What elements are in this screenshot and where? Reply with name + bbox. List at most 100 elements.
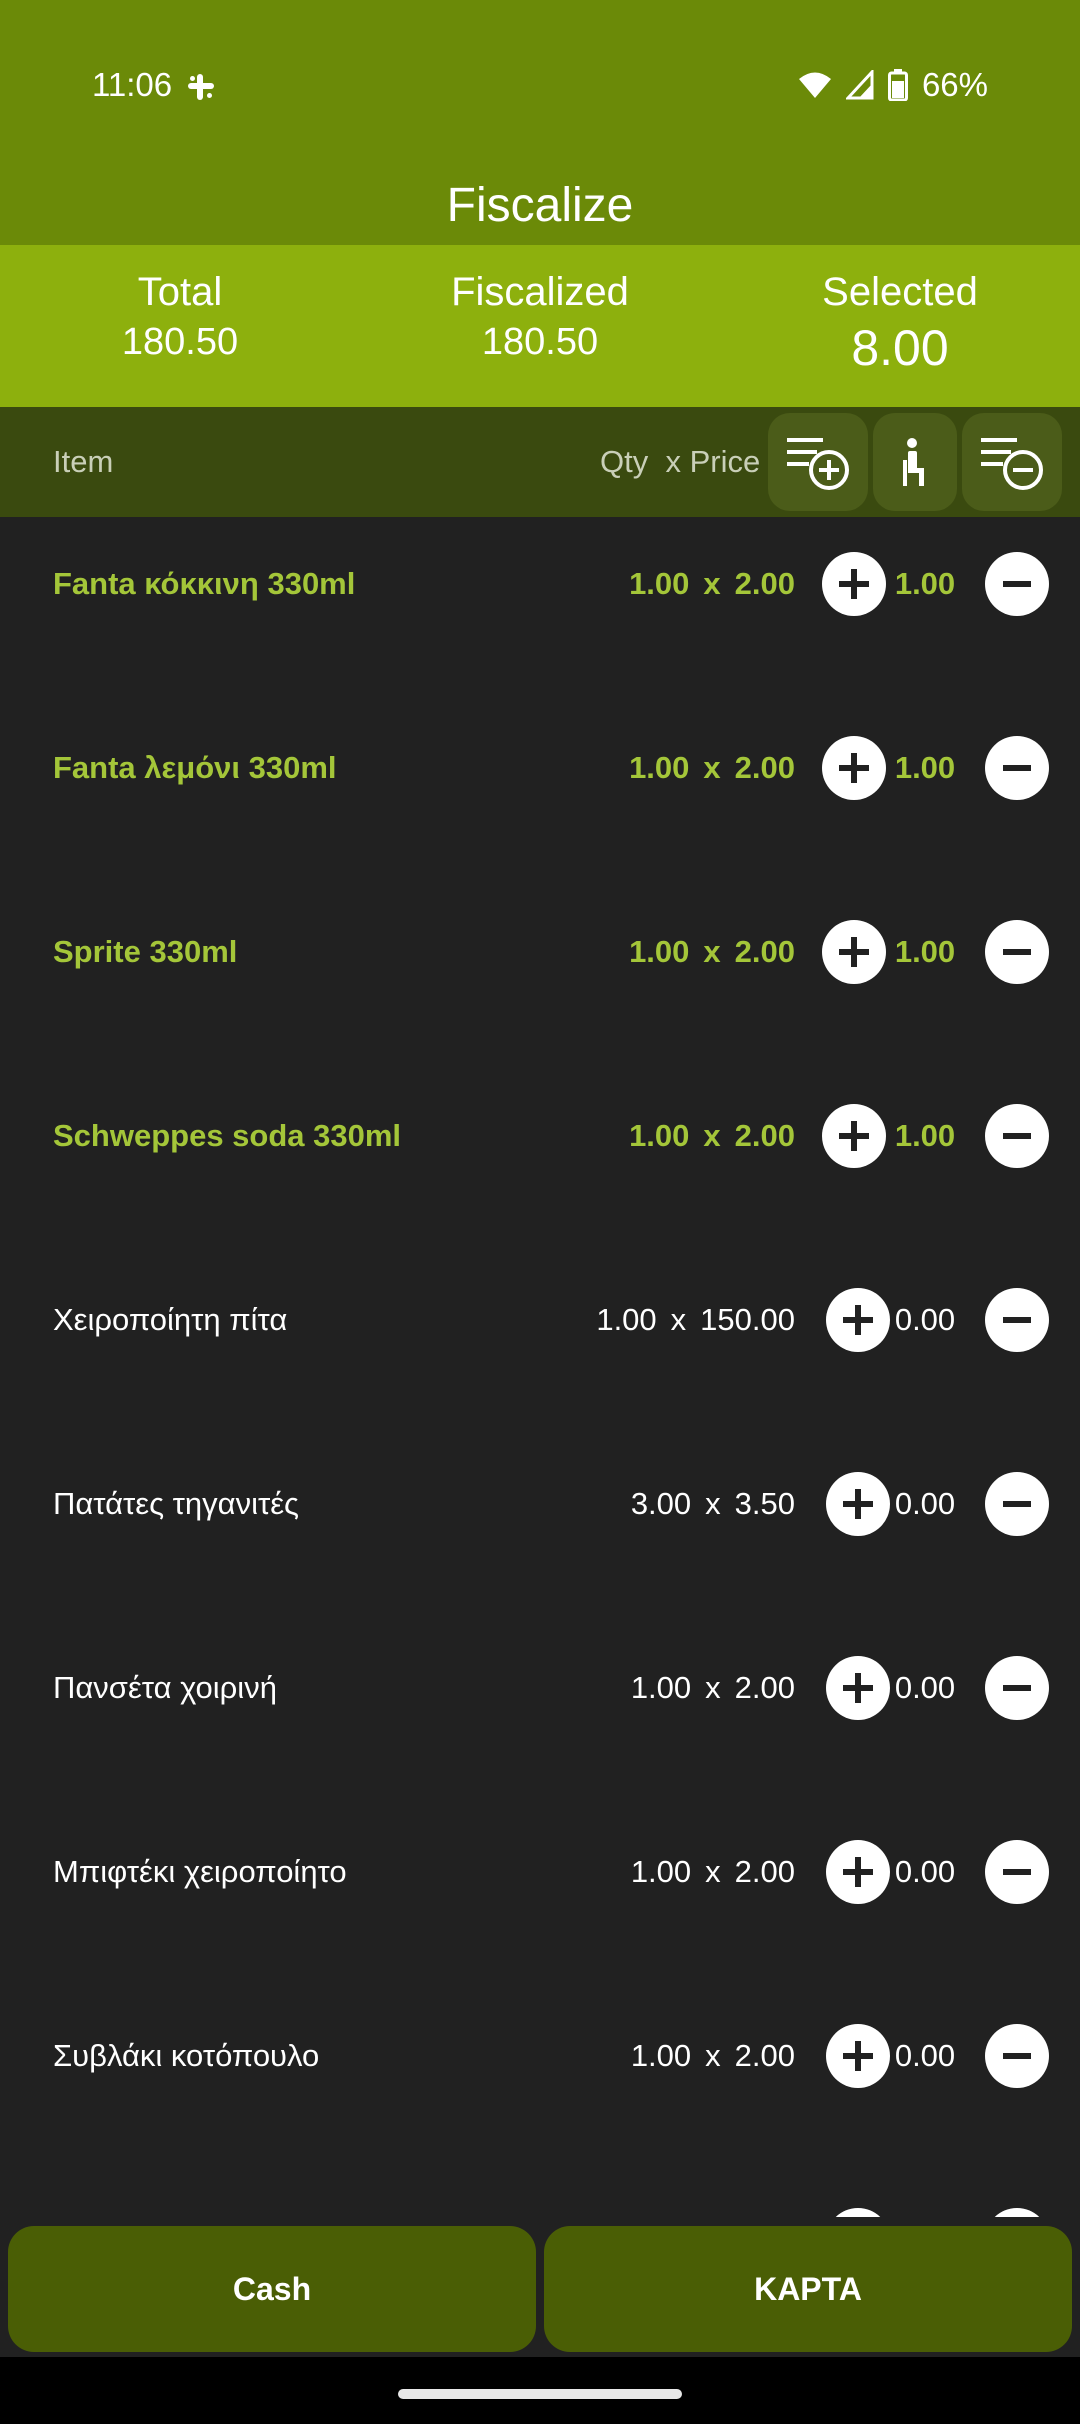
item-list[interactable]: Fanta κόκκινη 330ml 1.00 x 2.00 1.00 Fanta… bbox=[0, 517, 1080, 2217]
seat-button[interactable] bbox=[873, 413, 957, 511]
item-times: x bbox=[670, 1302, 687, 1337]
decrease-button[interactable] bbox=[985, 1472, 1049, 1536]
plus-icon bbox=[839, 569, 869, 599]
item-price: 2.00 bbox=[734, 1670, 795, 1705]
column-item-label: Item bbox=[53, 444, 114, 479]
selected-value: 8.00 bbox=[851, 320, 949, 376]
fiscalized-value: 180.50 bbox=[481, 321, 599, 363]
item-name: Sprite 330ml bbox=[53, 934, 238, 969]
list-item[interactable]: Schweppes soda 330ml 1.00 x 2.00 1.00 bbox=[0, 1069, 1080, 1253]
item-selected-qty: 1.00 bbox=[894, 1118, 956, 1153]
item-times: x bbox=[703, 750, 721, 785]
item-selected-qty: 0.00 bbox=[894, 2038, 956, 2073]
minus-icon bbox=[1003, 581, 1031, 587]
item-times: x bbox=[705, 1486, 721, 1521]
increase-button[interactable] bbox=[822, 1104, 886, 1168]
plus-icon bbox=[843, 2041, 873, 2071]
column-price-label: Price bbox=[689, 444, 761, 479]
list-item[interactable]: Fanta λεμόνι 330ml 1.00 x 2.00 1.00 bbox=[0, 701, 1080, 885]
item-price: 2.00 bbox=[734, 934, 795, 969]
decrease-button[interactable] bbox=[985, 736, 1049, 800]
list-item[interactable]: Fanta κόκκινη 330ml 1.00 x 2.00 1.00 bbox=[0, 517, 1080, 701]
item-times: x bbox=[705, 2038, 721, 2073]
decrease-button[interactable] bbox=[985, 1840, 1049, 1904]
item-times: x bbox=[705, 1670, 721, 1705]
decrease-button[interactable] bbox=[985, 2208, 1049, 2217]
item-price: 150.00 bbox=[700, 1302, 795, 1337]
column-header: Item Qty x Price bbox=[0, 407, 1080, 517]
item-times: x bbox=[703, 566, 721, 601]
column-qty-label: Qty bbox=[600, 444, 649, 479]
summary-fiscalized: Fiscalized 180.50 bbox=[360, 245, 720, 407]
minus-icon bbox=[1003, 765, 1031, 771]
decrease-button[interactable] bbox=[985, 1288, 1049, 1352]
item-qty: 1.00 bbox=[629, 566, 690, 601]
item-qty: 1.00 bbox=[629, 934, 690, 969]
item-qty-price: 1.00 x 2.00 bbox=[629, 701, 795, 835]
increase-button[interactable] bbox=[822, 736, 886, 800]
list-item-partial[interactable] bbox=[0, 2173, 1080, 2217]
minus-icon bbox=[1003, 1317, 1031, 1323]
item-name: Fanta λεμόνι 330ml bbox=[53, 750, 337, 785]
item-selected-qty: 0.00 bbox=[894, 1854, 956, 1889]
wifi-icon bbox=[798, 72, 831, 98]
cash-button[interactable]: Cash bbox=[8, 2226, 536, 2352]
item-qty: 1.00 bbox=[630, 2038, 692, 2073]
item-qty: 1.00 bbox=[596, 1302, 657, 1337]
decrease-button[interactable] bbox=[985, 2024, 1049, 2088]
home-indicator[interactable] bbox=[398, 2389, 682, 2399]
decrease-button[interactable] bbox=[985, 1104, 1049, 1168]
increase-button[interactable] bbox=[826, 2208, 890, 2217]
minus-icon bbox=[1003, 2053, 1031, 2059]
plus-icon bbox=[843, 1673, 873, 1703]
item-name: Schweppes soda 330ml bbox=[53, 1118, 402, 1153]
list-item[interactable]: Συβλάκι κοτόπουλο 1.00 x 2.00 0.00 bbox=[0, 1989, 1080, 2173]
item-price: 2.00 bbox=[734, 566, 795, 601]
card-button[interactable]: ΚΑΡΤΑ bbox=[544, 2226, 1072, 2352]
increase-button[interactable] bbox=[822, 920, 886, 984]
item-name: Πατάτες τηγανιτές bbox=[53, 1486, 299, 1521]
status-icons: 66% bbox=[798, 66, 988, 104]
decrease-button[interactable] bbox=[985, 1656, 1049, 1720]
item-qty: 3.00 bbox=[630, 1486, 692, 1521]
increase-button[interactable] bbox=[822, 552, 886, 616]
minus-icon bbox=[1003, 1133, 1031, 1139]
list-item[interactable]: Sprite 330ml 1.00 x 2.00 1.00 bbox=[0, 885, 1080, 1069]
plus-icon bbox=[839, 753, 869, 783]
app-header: 11:06 66% Fiscalize bbox=[0, 0, 1080, 245]
plus-icon bbox=[843, 1857, 873, 1887]
item-price: 2.00 bbox=[734, 750, 795, 785]
summary-selected: Selected 8.00 bbox=[720, 245, 1080, 407]
item-qty-price: 1.00 x 2.00 bbox=[629, 1069, 795, 1203]
item-name: Fanta κόκκινη 330ml bbox=[53, 566, 356, 601]
item-name: Μπιφτέκι χειροποίητο bbox=[53, 1854, 347, 1889]
plus-icon bbox=[839, 1121, 869, 1151]
minus-icon bbox=[1003, 1501, 1031, 1507]
total-label: Total bbox=[137, 270, 223, 314]
decrease-button[interactable] bbox=[985, 920, 1049, 984]
item-qty-price: 1.00 x 2.00 bbox=[629, 517, 795, 651]
minus-icon bbox=[1003, 1685, 1031, 1691]
item-name: Χειροποίητη πίτα bbox=[53, 1302, 288, 1337]
item-selected-qty: 0.00 bbox=[894, 1302, 956, 1337]
list-item[interactable]: Χειροποίητη πίτα 1.00 x 150.00 0.00 bbox=[0, 1253, 1080, 1437]
list-item[interactable]: Μπιφτέκι χειροποίητο 1.00 x 2.00 0.00 bbox=[0, 1805, 1080, 1989]
list-item[interactable]: Πατάτες τηγανιτές 3.00 x 3.50 0.00 bbox=[0, 1437, 1080, 1621]
item-qty: 1.00 bbox=[630, 1854, 692, 1889]
fiscalized-label: Fiscalized bbox=[451, 270, 629, 314]
battery-percent: 66% bbox=[921, 66, 988, 103]
item-price: 2.00 bbox=[734, 1854, 795, 1889]
item-qty-price: 1.00 x 2.00 bbox=[631, 1621, 795, 1755]
item-selected-qty: 0.00 bbox=[894, 1486, 956, 1521]
item-selected-qty: 1.00 bbox=[894, 750, 956, 785]
item-qty: 1.00 bbox=[629, 1118, 690, 1153]
playlist-remove-icon bbox=[981, 438, 1043, 490]
decrease-button[interactable] bbox=[985, 552, 1049, 616]
item-qty: 1.00 bbox=[629, 750, 690, 785]
status-bar: 11:06 66% bbox=[0, 0, 1080, 175]
summary-band: Total 180.50 Fiscalized 180.50 Selected … bbox=[0, 245, 1080, 407]
select-all-button[interactable] bbox=[768, 413, 868, 511]
deselect-all-button[interactable] bbox=[962, 413, 1062, 511]
list-item[interactable]: Πανσέτα χοιρινή 1.00 x 2.00 0.00 bbox=[0, 1621, 1080, 1805]
item-qty-price: 1.00 x 2.00 bbox=[631, 1989, 795, 2123]
